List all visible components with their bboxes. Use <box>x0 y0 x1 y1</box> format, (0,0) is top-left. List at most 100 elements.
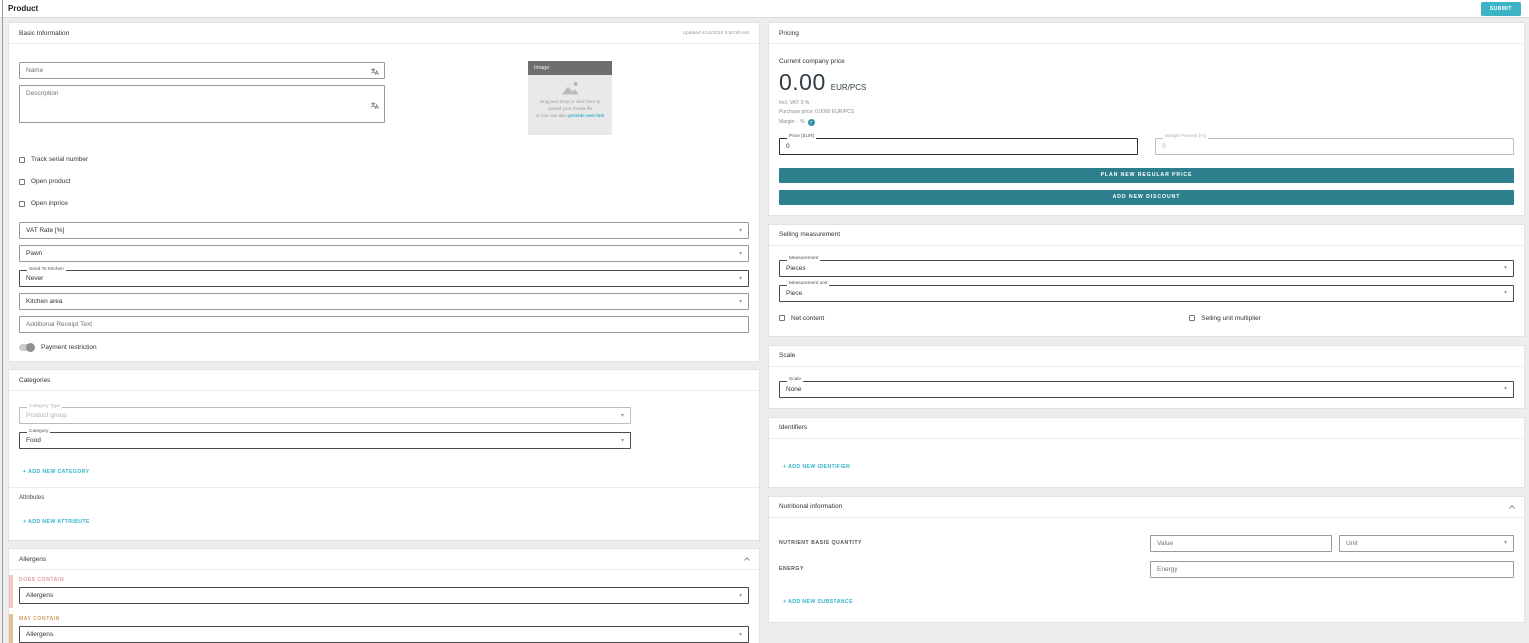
nutrient-unit-select[interactable]: Unit ▾ <box>1339 535 1514 552</box>
dropdown-caret-icon: ▾ <box>739 632 742 638</box>
image-upload-header: Image <box>528 61 612 75</box>
add-new-discount-button[interactable]: ADD NEW DISCOUNT <box>779 190 1514 205</box>
toggle-knob <box>26 343 35 352</box>
payment-restriction-toggle[interactable] <box>19 344 34 351</box>
chevron-up-icon[interactable] <box>1509 505 1515 511</box>
open-inprice-label: Open inprice <box>31 200 68 207</box>
dropdown-caret-icon: ▾ <box>739 276 742 282</box>
basic-information-title: Basic Information <box>19 30 69 37</box>
pricing-title: Pricing <box>779 30 799 37</box>
scale-card: Scale Scale None ▾ <box>768 345 1525 409</box>
kitchen-area-select[interactable]: Kitchen area ▾ <box>19 293 749 310</box>
measurement-select[interactable]: Measurement Pieces ▾ <box>779 260 1514 277</box>
image-upload-text: Drag and drop or click here to upload yo… <box>528 99 612 113</box>
send-to-kitchen-select[interactable]: Send To Kitchen Never ▾ <box>19 270 749 287</box>
add-new-substance-link[interactable]: + ADD NEW SUBSTANCE <box>783 599 853 605</box>
vat-rate-value: VAT Rate [%] <box>26 227 64 234</box>
pawn-value: Pawn <box>26 250 42 257</box>
energy-input[interactable] <box>1157 562 1507 577</box>
measurement-unit-select[interactable]: Measurement unit Piece ▾ <box>779 285 1514 302</box>
category-type-label: Category Type <box>27 405 62 410</box>
submit-button[interactable]: SUBMIT <box>1481 2 1521 16</box>
open-inprice-checkbox-row[interactable]: Open inprice <box>19 200 749 207</box>
margin-percent-label: Margin Percent [%] <box>1163 135 1208 140</box>
current-company-price-label: Current company price <box>779 58 1514 65</box>
window-edge-line <box>2 0 3 643</box>
scale-select[interactable]: Scale None ▾ <box>779 381 1514 398</box>
category-label: Category <box>27 430 50 435</box>
image-upload-dropzone[interactable]: Image Drag and drop or click here to upl… <box>528 61 612 135</box>
scale-label: Scale <box>787 378 803 383</box>
translate-icon <box>370 101 379 110</box>
net-content-checkbox[interactable] <box>779 315 785 321</box>
pawn-select[interactable]: Pawn ▾ <box>19 245 749 262</box>
selling-unit-multiplier-label: Selling unit multiplier <box>1201 315 1261 322</box>
open-product-checkbox[interactable] <box>19 179 25 185</box>
track-serial-checkbox-row[interactable]: Track serial number <box>19 156 749 163</box>
price-eur-field[interactable]: Price [EUR] <box>779 138 1138 155</box>
name-input[interactable] <box>26 63 378 78</box>
selling-unit-multiplier-checkbox-row[interactable]: Selling unit multiplier <box>1189 315 1261 322</box>
category-type-select[interactable]: Category Type Product group ▾ <box>19 407 631 424</box>
allergens-title: Allergens <box>19 556 46 563</box>
dropdown-caret-icon: ▾ <box>739 593 742 599</box>
incl-vat-text: Incl. VAT: 0 % <box>779 100 1514 106</box>
nutritional-information-card: Nutritional information NUTRIENT BASIS Q… <box>768 496 1525 623</box>
description-field[interactable] <box>19 85 385 123</box>
send-to-kitchen-value: Never <box>26 275 43 282</box>
chevron-up-icon[interactable] <box>744 557 750 563</box>
dropdown-caret-icon: ▾ <box>739 251 742 257</box>
dropdown-caret-icon: ▾ <box>1504 540 1507 546</box>
track-serial-label: Track serial number <box>31 156 88 163</box>
plan-new-regular-price-button[interactable]: PLAN NEW REGULAR PRICE <box>779 168 1514 183</box>
margin-percent-input[interactable] <box>1162 139 1507 154</box>
net-content-checkbox-row[interactable]: Net content <box>779 315 824 322</box>
price-eur-input[interactable] <box>786 139 1131 154</box>
vat-rate-select[interactable]: VAT Rate [%] ▾ <box>19 222 749 239</box>
categories-card: Categories Category Type Product group ▾… <box>8 369 760 541</box>
selling-unit-multiplier-checkbox[interactable] <box>1189 315 1195 321</box>
track-serial-checkbox[interactable] <box>19 157 25 163</box>
translate-icon <box>370 67 379 76</box>
allergen-group-may-contain: MAY CONTAIN Allergens ▾ <box>9 611 759 643</box>
does-contain-value: Allergens <box>26 592 53 599</box>
measurement-unit-value: Piece <box>786 290 802 297</box>
help-icon[interactable]: ? <box>808 119 815 126</box>
add-new-category-link[interactable]: + ADD NEW CATEGORY <box>23 469 90 475</box>
provide-web-link[interactable]: provide web link <box>568 113 604 118</box>
selling-measurement-card: Selling measurement Measurement Pieces ▾… <box>768 224 1525 337</box>
dropdown-caret-icon: ▾ <box>621 438 624 444</box>
add-new-identifier-link[interactable]: + ADD NEW IDENTIFIER <box>783 464 850 470</box>
allergen-group-does-contain: DOES CONTAIN Allergens ▾ <box>9 572 759 611</box>
scale-value: None <box>786 386 802 393</box>
category-type-value: Product group <box>26 412 67 419</box>
nutrient-value-input[interactable] <box>1157 536 1325 551</box>
basic-information-card: Basic Information Updated 4/12/2024 9:50… <box>8 22 760 362</box>
dropdown-caret-icon: ▾ <box>1504 265 1507 271</box>
description-input[interactable] <box>26 90 378 122</box>
energy-field[interactable] <box>1150 561 1514 578</box>
kitchen-area-value: Kitchen area <box>26 298 63 305</box>
margin-percent-field[interactable]: Margin Percent [%] <box>1155 138 1514 155</box>
scale-title: Scale <box>779 352 795 359</box>
may-contain-select[interactable]: Allergens ▾ <box>19 626 749 643</box>
does-contain-select[interactable]: Allergens ▾ <box>19 587 749 604</box>
allergen-color-bar <box>9 614 13 643</box>
nutrient-basis-quantity-label: NUTRIENT BASIS QUANTITY <box>779 540 1150 546</box>
identifiers-title: Identifiers <box>779 424 807 431</box>
image-placeholder-icon <box>557 80 583 96</box>
open-inprice-checkbox[interactable] <box>19 201 25 207</box>
dropdown-caret-icon: ▾ <box>739 299 742 305</box>
current-price-unit: EUR/PCS <box>831 83 867 92</box>
nutrient-value-field[interactable] <box>1150 535 1332 552</box>
category-select[interactable]: Category Food ▾ <box>19 432 631 449</box>
open-product-checkbox-row[interactable]: Open product <box>19 178 749 185</box>
add-new-attribute-link[interactable]: + ADD NEW ATTRIBUTE <box>23 519 90 525</box>
may-contain-label: MAY CONTAIN <box>19 616 749 622</box>
additional-receipt-field[interactable] <box>19 316 749 333</box>
name-field[interactable] <box>19 62 385 79</box>
dropdown-caret-icon: ▾ <box>621 413 624 419</box>
topbar: Product SUBMIT <box>0 0 1529 18</box>
additional-receipt-input[interactable] <box>26 317 742 332</box>
open-product-label: Open product <box>31 178 70 185</box>
